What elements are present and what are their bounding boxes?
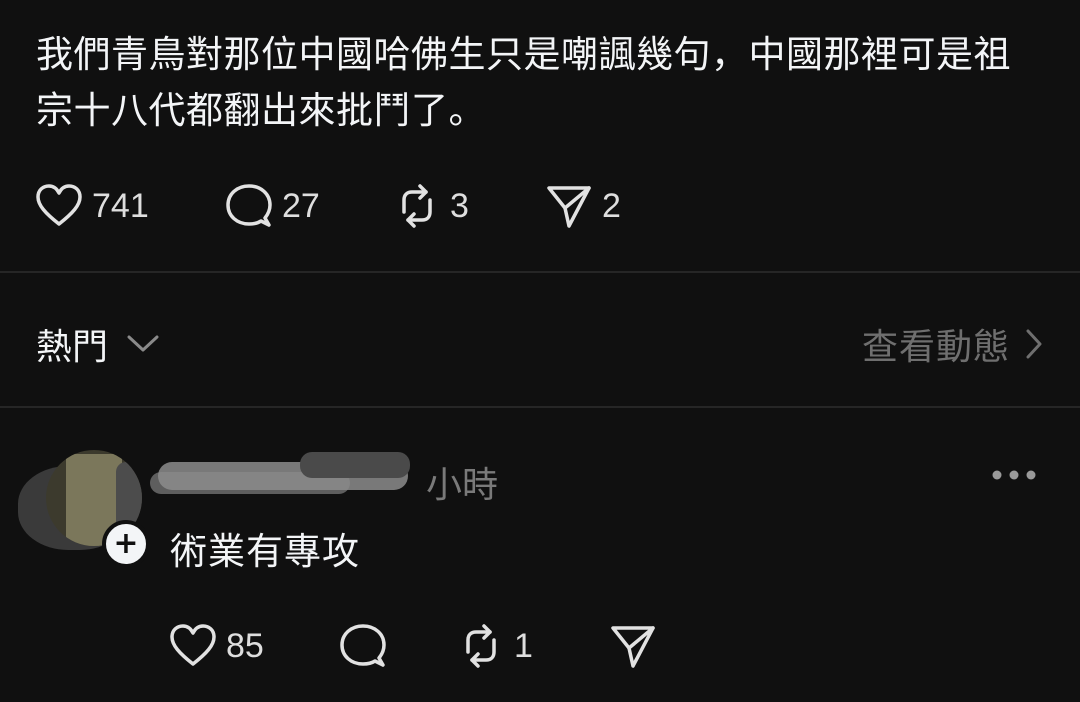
follow-button[interactable]: + (102, 520, 150, 568)
comment-bubble-icon (338, 621, 388, 671)
reply-avatar-area: + (18, 442, 150, 568)
post-text: 我們青鳥對那位中國哈佛生只是嘲諷幾句，中國那裡可是祖宗十八代都翻出來批鬥了。 (36, 33, 1011, 132)
reply-like-count: 85 (226, 626, 264, 665)
reply-like-button[interactable]: 85 (168, 620, 264, 672)
reply-comment-button[interactable] (338, 620, 388, 672)
heart-icon (168, 621, 218, 671)
sort-label: 熱門 (36, 327, 109, 368)
chevron-down-icon (126, 333, 160, 355)
reply-text: 術業有專攻 (170, 530, 360, 573)
divider (0, 271, 1080, 273)
like-count: 741 (92, 186, 149, 225)
more-options-button[interactable] (986, 458, 1042, 492)
repost-button[interactable]: 3 (392, 180, 469, 232)
comment-count: 27 (282, 186, 320, 225)
repost-count: 3 (450, 186, 469, 225)
comment-button[interactable]: 27 (224, 180, 320, 232)
sort-bar: 熱門 查看動態 (0, 310, 1080, 378)
comment-bubble-icon (224, 181, 274, 231)
divider (0, 406, 1080, 408)
post-action-bar: 741 27 3 2 (0, 180, 700, 232)
reply-action-bar: 85 1 (0, 620, 700, 672)
like-button[interactable]: 741 (34, 180, 149, 232)
repost-icon (392, 181, 442, 231)
username-redacted[interactable] (150, 448, 420, 506)
share-button[interactable]: 2 (544, 180, 621, 232)
sort-dropdown[interactable]: 熱門 (36, 318, 160, 370)
share-count: 2 (602, 186, 621, 225)
repost-icon (456, 621, 506, 671)
reply-repost-button[interactable]: 1 (456, 620, 533, 672)
view-activity-link[interactable]: 查看動態 (862, 318, 1044, 370)
more-dots-icon (991, 469, 1037, 481)
reply-share-button[interactable] (608, 620, 658, 672)
username-redaction (300, 452, 410, 478)
view-activity-label: 查看動態 (861, 327, 1010, 368)
plus-icon: + (113, 526, 139, 561)
reply-timestamp: 小時 (426, 465, 499, 506)
chevron-right-icon (1024, 328, 1044, 360)
heart-icon (34, 181, 84, 231)
send-icon (544, 181, 594, 231)
reply-repost-count: 1 (514, 626, 533, 665)
send-icon (608, 621, 658, 671)
